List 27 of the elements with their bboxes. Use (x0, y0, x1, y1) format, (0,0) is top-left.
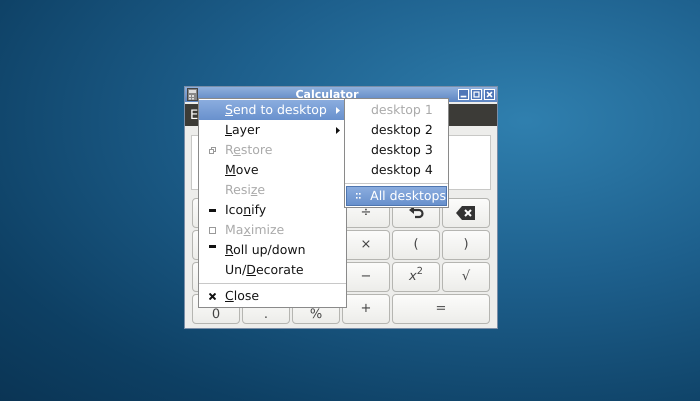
close-button[interactable] (484, 89, 495, 100)
close-icon (208, 292, 216, 300)
menu-item[interactable]: desktop 3 (345, 140, 448, 160)
menu-item[interactable]: Layer (199, 120, 346, 140)
calculator-key[interactable]: x$^{2}$ (392, 262, 440, 292)
equals-key[interactable]: = (392, 294, 490, 324)
maximize-button[interactable] (471, 89, 482, 100)
roll-up-icon (208, 245, 216, 248)
submenu-arrow-icon (336, 106, 340, 114)
calculator-key[interactable]: ( (392, 230, 440, 260)
undo-icon (408, 206, 424, 220)
menu-item[interactable]: desktop 2 (345, 120, 448, 140)
menu-item[interactable]: Move (199, 160, 346, 180)
calculator-icon[interactable] (187, 88, 198, 101)
calculator-key[interactable]: √ (442, 262, 490, 292)
calculator-key[interactable]: + (342, 294, 390, 324)
maximize-icon (208, 226, 216, 234)
menu-item[interactable]: desktop 4 (345, 160, 448, 180)
submenu-arrow-icon (336, 126, 340, 134)
dots-icon (356, 193, 362, 199)
minimize-button[interactable] (458, 89, 469, 100)
calculator-key[interactable]: ) (442, 230, 490, 260)
backspace-icon (456, 206, 476, 220)
minimize-icon (208, 208, 216, 212)
restore-icon (208, 146, 216, 154)
window-title: Calculator (294, 88, 360, 102)
menu-label[interactable]: E (190, 108, 198, 123)
